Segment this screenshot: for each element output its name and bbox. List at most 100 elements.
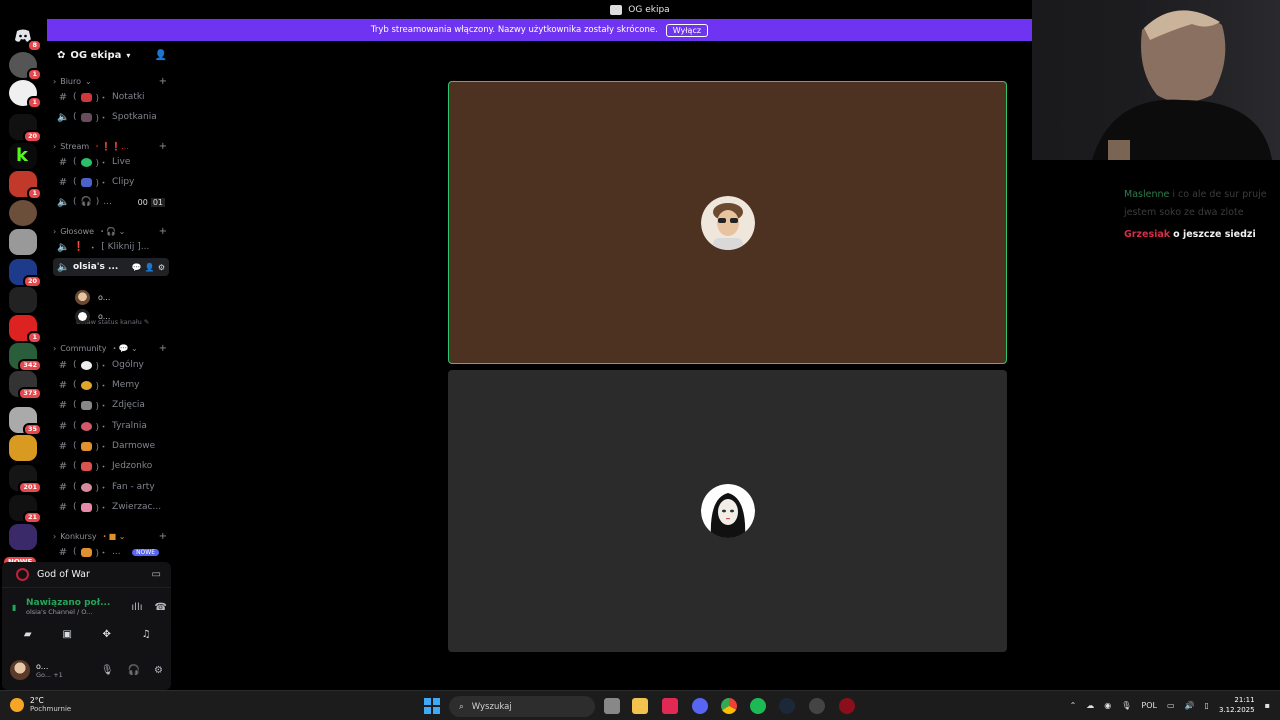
- connection-channel[interactable]: olsia's Channel / O...: [26, 608, 110, 616]
- gift-icon: [80, 441, 92, 451]
- camera-icon[interactable]: ▰: [13, 624, 43, 644]
- server-icon[interactable]: 1: [9, 80, 42, 109]
- screen-share-icon[interactable]: ▭: [152, 569, 161, 580]
- microphone-icon[interactable]: 🎙: [1121, 701, 1131, 710]
- server-icon[interactable]: 35: [9, 407, 42, 436]
- channel-spotkania[interactable]: 🔈 ()・ Spotkania: [53, 108, 169, 126]
- server-icon[interactable]: 1: [9, 315, 42, 344]
- add-channel-icon[interactable]: +: [159, 531, 167, 542]
- screen-share-icon[interactable]: ▣: [52, 624, 82, 644]
- voice-user[interactable]: o...: [75, 309, 110, 324]
- add-channel-icon[interactable]: +: [159, 343, 167, 354]
- network-icon[interactable]: ▭: [1167, 701, 1175, 710]
- channel-stream-voice[interactable]: 🔈 (🎧) ... 00 01: [53, 193, 169, 211]
- gear-icon[interactable]: ⚙: [158, 263, 165, 272]
- server-icon[interactable]: 201: [9, 465, 42, 494]
- channel-fan-arty[interactable]: # ()・ Fan - arty: [53, 478, 169, 496]
- disable-streamer-mode-button[interactable]: Wyłącz: [665, 23, 709, 37]
- user-status: Go...: [36, 670, 52, 679]
- app-icon[interactable]: [839, 698, 855, 714]
- category-community[interactable]: › Community ・💬 ⌄ +: [53, 342, 167, 354]
- server-icon[interactable]: [9, 229, 37, 255]
- obs-icon[interactable]: [809, 698, 825, 714]
- webcam-overlay: [1032, 0, 1280, 160]
- text-channel-icon: #: [58, 399, 68, 411]
- chrome-icon[interactable]: [721, 698, 737, 714]
- category-konkursy[interactable]: › Konkursy ・■ ⌄ +: [53, 530, 167, 542]
- headphones-icon[interactable]: 🎧: [128, 665, 140, 676]
- gear-icon[interactable]: ⚙: [154, 665, 163, 676]
- kick-server-icon[interactable]: k: [9, 143, 37, 169]
- category-label: Community: [60, 343, 107, 353]
- noise-suppression-icon[interactable]: ıllı: [131, 602, 142, 613]
- server-icon[interactable]: 20: [9, 259, 42, 288]
- invite-people-icon[interactable]: 👤: [155, 50, 167, 61]
- server-icon[interactable]: 373: [9, 371, 42, 400]
- channel-ogolny[interactable]: # ()・ Ogólny: [53, 356, 169, 374]
- add-channel-icon[interactable]: +: [159, 141, 167, 152]
- server-icon[interactable]: 1: [9, 171, 42, 200]
- microphone-icon[interactable]: 🎙: [101, 665, 114, 676]
- weather-widget[interactable]: 2°C Pochmurnie: [10, 696, 71, 713]
- language-indicator[interactable]: POL: [1141, 701, 1157, 710]
- activity-row[interactable]: God of War ▭: [2, 562, 171, 588]
- channel-notatki[interactable]: # ()・ Notatki: [53, 88, 169, 106]
- channel-olsia-voice[interactable]: 🔈 olsia's ... 💬 👤 ⚙: [53, 258, 169, 276]
- server-icon[interactable]: 21: [9, 495, 42, 524]
- add-channel-icon[interactable]: +: [159, 226, 167, 237]
- server-icon[interactable]: [9, 435, 37, 461]
- discord-home-icon[interactable]: 8: [9, 23, 42, 52]
- clock[interactable]: 21:11 3.12.2025: [1219, 695, 1255, 715]
- volume-icon[interactable]: 🔊: [1185, 701, 1195, 710]
- steam-tray-icon[interactable]: ◉: [1104, 701, 1111, 710]
- channel-konkurs[interactable]: # ()・ ... NOWE: [53, 543, 169, 561]
- cloud-icon[interactable]: ☁: [1086, 701, 1094, 710]
- notification-icon[interactable]: ▪: [1265, 701, 1270, 710]
- activities-icon[interactable]: ✥: [92, 624, 122, 644]
- chat-icon[interactable]: 💬: [132, 263, 142, 272]
- voice-tile-speaking[interactable]: [448, 81, 1007, 364]
- spotify-icon[interactable]: [750, 698, 766, 714]
- invite-icon[interactable]: 👤: [145, 263, 155, 272]
- weather-desc: Pochmurnie: [30, 705, 72, 713]
- channel-memy[interactable]: # ()・ Memy: [53, 376, 169, 394]
- server-icon[interactable]: 342: [9, 343, 42, 372]
- category-glosowe[interactable]: › Głosowe ・🎧 ⌄ +: [53, 225, 167, 237]
- text-channel-icon: #: [58, 176, 68, 188]
- task-view-icon[interactable]: [604, 698, 620, 714]
- voice-user[interactable]: o...: [75, 290, 110, 305]
- discord-icon[interactable]: [692, 698, 708, 714]
- chevron-right-icon: ›: [53, 226, 57, 236]
- soundboard-icon[interactable]: ♫: [131, 624, 161, 644]
- channel-clipy[interactable]: # ()・ Clipy: [53, 173, 169, 191]
- server-header[interactable]: ✿ OG ekipa ▾ 👤: [47, 41, 173, 70]
- add-channel-icon[interactable]: +: [159, 76, 167, 87]
- channel-zwierzaczki[interactable]: # ()・ Zwierzac...: [53, 498, 169, 516]
- server-icon[interactable]: [9, 524, 37, 550]
- channel-tyralnia[interactable]: # ()・ Tyralnia: [53, 417, 169, 435]
- disconnect-icon[interactable]: ☎: [155, 602, 167, 613]
- channel-zdjecia[interactable]: # ()・ Zdjęcia: [53, 396, 169, 414]
- server-icon[interactable]: 1: [9, 52, 42, 81]
- windows-start-icon[interactable]: [424, 698, 440, 714]
- headphones-icon: ・🎧 ⌄: [98, 226, 126, 236]
- category-stream[interactable]: › Stream ・❗❗... +: [53, 140, 167, 152]
- voice-connection[interactable]: ▮ Nawiązano poł... olsia's Channel / O..…: [12, 598, 167, 616]
- tiktok-icon[interactable]: [662, 698, 678, 714]
- chevron-up-icon[interactable]: ⌃: [1070, 701, 1077, 710]
- server-icon[interactable]: [9, 200, 37, 226]
- emoji-icon: [80, 461, 92, 471]
- taskbar-search[interactable]: ⌕ Wyszukaj: [449, 696, 595, 717]
- channel-jedzonko[interactable]: # ()・ Jedzonko: [53, 457, 169, 475]
- channel-kliknij[interactable]: 🔈 ❗ ・ [ Kliknij ]...: [53, 238, 169, 256]
- steam-icon[interactable]: [779, 698, 795, 714]
- channel-darmowe[interactable]: # ()・ Darmowe: [53, 437, 169, 455]
- server-icon[interactable]: 20: [9, 114, 42, 143]
- server-icon[interactable]: [9, 287, 37, 313]
- voice-tile[interactable]: [448, 370, 1007, 652]
- current-user[interactable]: o... Go... +1 🎙 🎧 ⚙: [10, 658, 167, 682]
- channel-live[interactable]: # ()・ Live: [53, 153, 169, 171]
- category-biuro[interactable]: › Biuro ⌄ +: [53, 75, 167, 87]
- battery-icon[interactable]: ▯: [1205, 701, 1209, 710]
- file-explorer-icon[interactable]: [632, 698, 648, 714]
